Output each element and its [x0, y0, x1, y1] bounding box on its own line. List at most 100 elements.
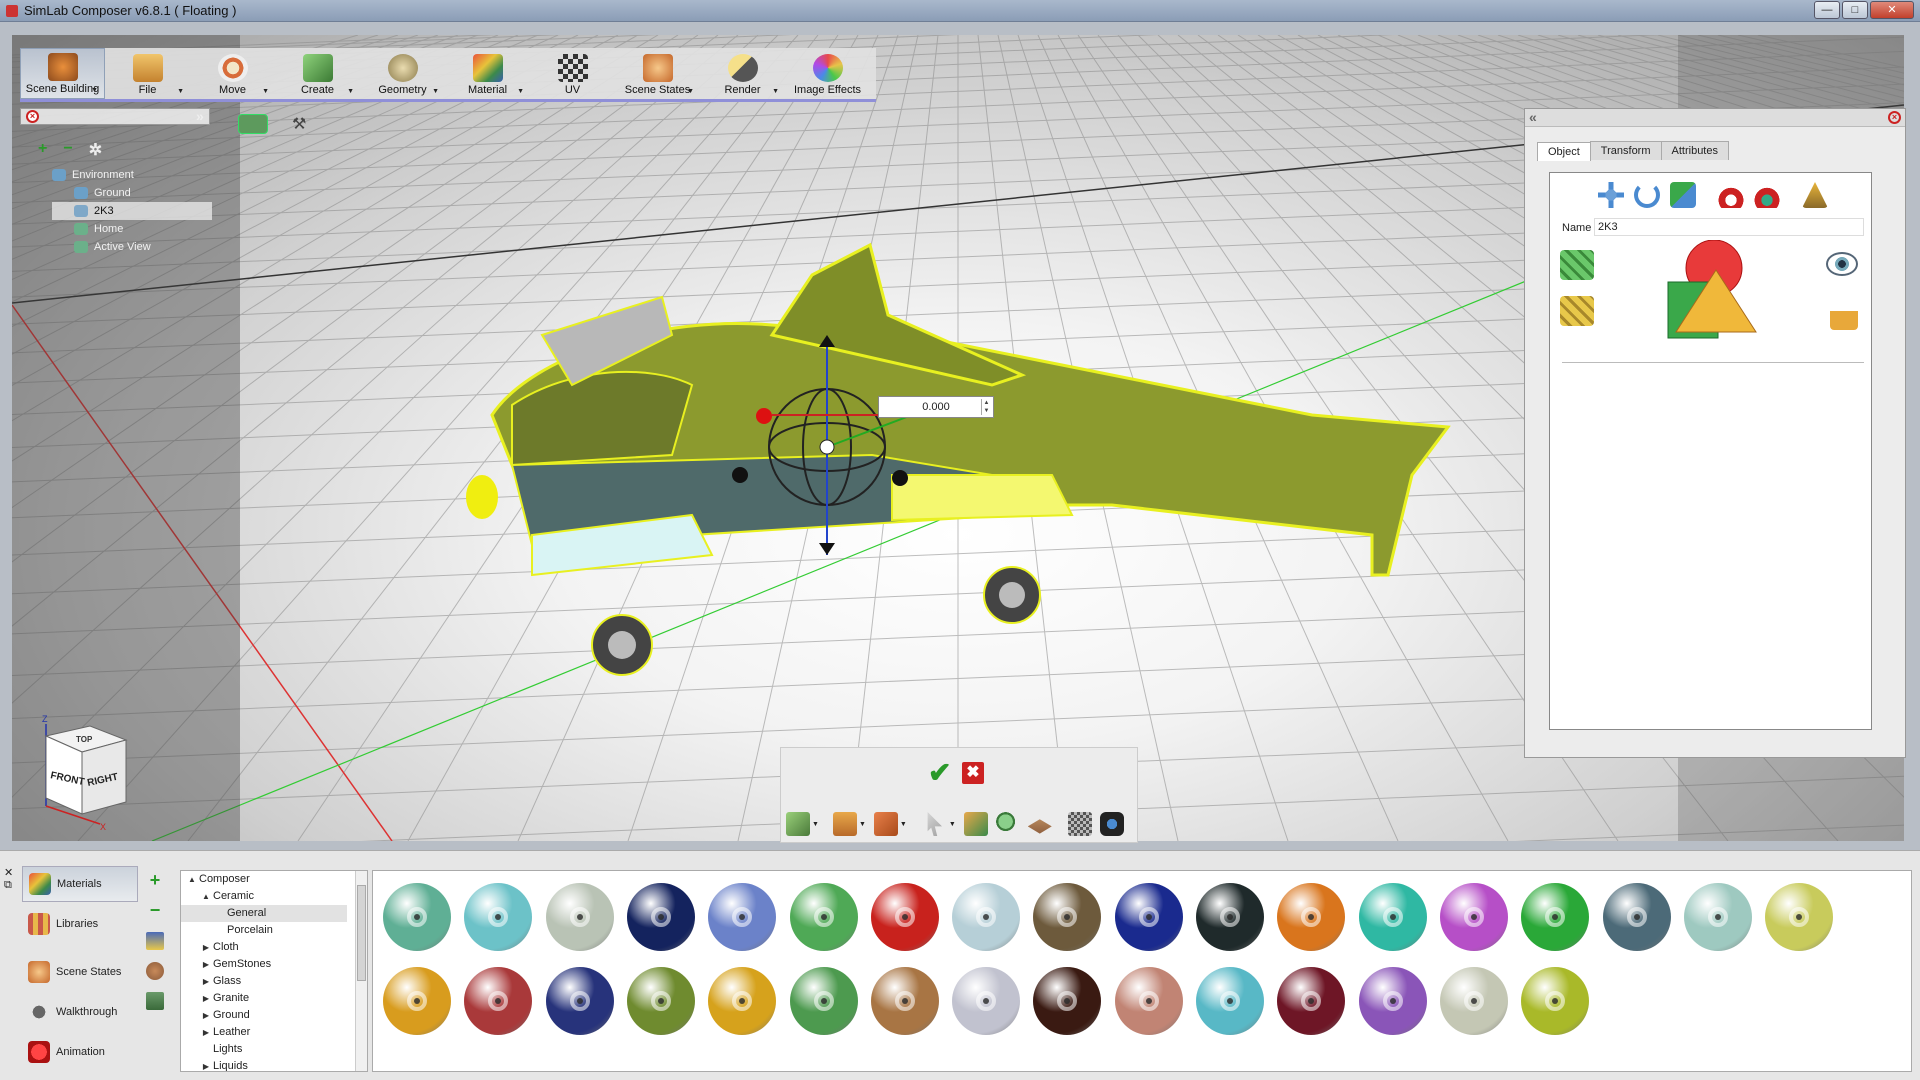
ground-plane-icon[interactable]: [1027, 819, 1052, 834]
toolbar-render[interactable]: Render ▼: [700, 48, 785, 99]
sidebar-item-animation[interactable]: Animation: [22, 1034, 138, 1070]
scrollbar-thumb[interactable]: [357, 885, 366, 981]
expand-arrow-icon[interactable]: ▶: [199, 990, 213, 1007]
toolbar-scene-states[interactable]: Scene States ▼: [615, 48, 700, 99]
lib-tree-item[interactable]: ▶ GemStones: [181, 956, 367, 973]
lib-tree-item[interactable]: ▲ Ceramic: [181, 888, 367, 905]
grid-icon[interactable]: [1067, 812, 1092, 836]
cancel-x-icon[interactable]: ✖: [962, 762, 984, 784]
material-swatch[interactable]: [1033, 883, 1102, 951]
lib-tree-item[interactable]: ▶ Cloth: [181, 939, 367, 956]
material-swatch[interactable]: [464, 883, 533, 951]
tree-item-environment[interactable]: Environment: [52, 166, 212, 184]
pivot-icon[interactable]: [1802, 182, 1828, 208]
aircraft-model[interactable]: [466, 242, 1451, 676]
library-scrollbar[interactable]: [355, 871, 367, 1071]
lib-tree-item[interactable]: General: [181, 905, 347, 922]
settings-icon[interactable]: ✲: [89, 140, 102, 160]
scale-icon[interactable]: [1670, 182, 1696, 208]
material-swatch[interactable]: [626, 883, 695, 951]
material-swatch[interactable]: [952, 883, 1021, 951]
material-swatch[interactable]: [1521, 883, 1590, 951]
material-swatch[interactable]: [1277, 883, 1346, 951]
toolbar-uv[interactable]: UV: [530, 48, 615, 99]
gizmo-handle-down[interactable]: [819, 543, 835, 555]
toolbar-image-effects[interactable]: Image Effects: [785, 48, 870, 99]
visibility-eye-icon[interactable]: [1826, 252, 1858, 276]
wrench-icon[interactable]: ⚒: [292, 114, 312, 134]
material-swatch[interactable]: [708, 883, 777, 951]
material-swatch[interactable]: [1358, 883, 1427, 951]
tab-object[interactable]: Object: [1537, 142, 1591, 161]
material-swatch[interactable]: [1196, 883, 1264, 951]
library-book-icon[interactable]: [146, 932, 164, 950]
material-swatch[interactable]: [1521, 967, 1590, 1035]
chevron-down-icon[interactable]: ▼: [949, 821, 956, 828]
zoom-icon[interactable]: [995, 812, 1020, 836]
material-swatch[interactable]: [1196, 967, 1264, 1035]
yellow-cubes-icon[interactable]: [1560, 296, 1594, 326]
collapse-right-icon[interactable]: «: [1529, 109, 1537, 125]
green-cubes-icon[interactable]: [1560, 250, 1594, 280]
expand-arrow-icon[interactable]: ▶: [199, 1058, 213, 1071]
material-swatch[interactable]: [1114, 883, 1183, 951]
add-library-icon[interactable]: +: [146, 871, 164, 890]
gizmo-center[interactable]: [819, 439, 835, 455]
add-icon[interactable]: +: [38, 140, 47, 160]
minimize-button[interactable]: —: [1814, 1, 1840, 19]
chevron-down-icon[interactable]: ▼: [812, 821, 819, 828]
material-swatch[interactable]: [383, 967, 451, 1035]
lib-tree-item[interactable]: ▶ Granite: [181, 990, 367, 1007]
navigation-cube[interactable]: Z X TOP FRONT RIGHT: [36, 710, 136, 830]
screenshot-camera-icon[interactable]: [1099, 812, 1124, 836]
tab-transform[interactable]: Transform: [1589, 141, 1662, 160]
lib-tree-item[interactable]: Porcelain: [181, 922, 367, 939]
unlock-icon[interactable]: [1830, 298, 1858, 330]
remove-library-icon[interactable]: −: [146, 901, 164, 920]
pointer-icon[interactable]: [927, 812, 943, 836]
material-swatch[interactable]: [1033, 967, 1102, 1035]
expand-arrow-icon[interactable]: ▶: [199, 973, 213, 990]
dock-close-icon[interactable]: ✕ ⧉: [4, 866, 13, 892]
material-swatch[interactable]: [1277, 967, 1346, 1035]
material-swatch[interactable]: [789, 967, 858, 1035]
sidebar-item-scene-states[interactable]: Scene States: [22, 954, 138, 990]
material-swatch[interactable]: [1439, 883, 1508, 951]
expand-arrow-icon[interactable]: ▶: [199, 1024, 213, 1041]
magnet-snap-icon[interactable]: [1718, 182, 1744, 208]
material-swatch[interactable]: [626, 967, 695, 1035]
sidebar-item-materials[interactable]: Materials: [22, 866, 138, 902]
plane-icon[interactable]: [832, 812, 857, 836]
material-swatch[interactable]: [1683, 883, 1752, 951]
material-swatch[interactable]: [952, 967, 1021, 1035]
toolbar-material[interactable]: Material ▼: [445, 48, 530, 99]
material-swatch[interactable]: [1114, 967, 1183, 1035]
expand-arrow-icon[interactable]: ▲: [199, 888, 213, 905]
lib-tree-item[interactable]: ▶ Ground: [181, 1007, 367, 1024]
move-arrows-icon[interactable]: [1598, 182, 1624, 208]
material-swatch[interactable]: [870, 883, 939, 951]
spinner-arrows-icon[interactable]: ▲ ▼: [981, 399, 991, 415]
camera-icon[interactable]: [238, 114, 268, 134]
rotation-value-input[interactable]: 0.000 ▲ ▼: [878, 396, 994, 418]
material-swatch[interactable]: [870, 967, 939, 1035]
expand-arrow-icon[interactable]: ▶: [199, 956, 213, 973]
material-swatch[interactable]: [1602, 883, 1671, 951]
material-swatch[interactable]: [789, 883, 858, 951]
material-swatch[interactable]: [464, 967, 533, 1035]
material-swatch[interactable]: [545, 883, 614, 951]
library-view-icon[interactable]: [146, 992, 164, 1010]
toolbar-file[interactable]: File ▼: [105, 48, 190, 99]
material-swatch[interactable]: [1765, 883, 1834, 951]
view-cube-icon[interactable]: [786, 812, 810, 836]
close-button[interactable]: ✕: [1870, 1, 1914, 19]
scene-search-input[interactable]: [20, 108, 210, 125]
name-input[interactable]: 2K3: [1594, 218, 1864, 236]
lib-tree-item[interactable]: ▲ Composer: [181, 871, 367, 888]
box-select-icon[interactable]: [873, 812, 898, 836]
chevron-down-icon[interactable]: ▼: [859, 821, 866, 828]
expand-arrow-icon[interactable]: ▶: [199, 939, 213, 956]
library-share-icon[interactable]: [146, 962, 164, 980]
toolbar-geometry[interactable]: Geometry ▼: [360, 48, 445, 99]
sidebar-item-walkthrough[interactable]: Walkthrough: [22, 994, 138, 1030]
